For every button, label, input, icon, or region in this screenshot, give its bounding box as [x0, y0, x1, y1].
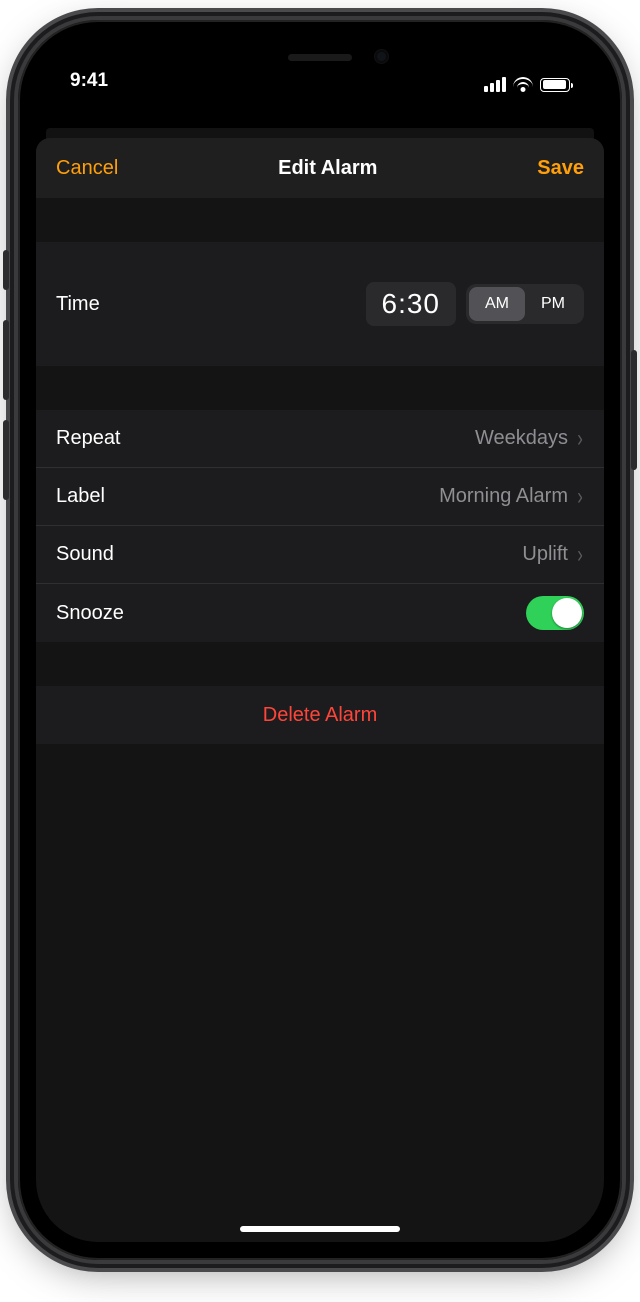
- am-option[interactable]: AM: [469, 287, 525, 321]
- status-time: 9:41: [70, 70, 108, 92]
- snooze-label: Snooze: [56, 602, 124, 625]
- chevron-right-icon: ›: [577, 485, 583, 509]
- notch: [196, 38, 444, 76]
- options-list: Repeat Weekdays › Label Morning Alarm ›: [36, 410, 604, 642]
- time-input[interactable]: 6:30: [366, 282, 457, 326]
- screen: 9:41 Cancel Edit Alarm Save Time 6:30: [36, 38, 604, 1242]
- cellular-signal-icon: [484, 77, 506, 92]
- label-label: Label: [56, 485, 105, 508]
- repeat-value: Weekdays: [475, 427, 568, 450]
- repeat-label: Repeat: [56, 427, 121, 450]
- chevron-right-icon: ›: [577, 427, 583, 451]
- volume-down-button: [3, 420, 9, 500]
- sound-row[interactable]: Sound Uplift ›: [36, 526, 604, 584]
- home-indicator[interactable]: [240, 1226, 400, 1232]
- cancel-button[interactable]: Cancel: [56, 157, 118, 180]
- battery-icon: [540, 78, 570, 92]
- sound-value: Uplift: [522, 543, 568, 566]
- ampm-segmented-control[interactable]: AM PM: [466, 284, 584, 324]
- delete-alarm-button[interactable]: Delete Alarm: [36, 686, 604, 744]
- switch-knob: [552, 598, 582, 628]
- side-button: [631, 350, 637, 470]
- speaker-grille: [288, 54, 352, 61]
- label-row[interactable]: Label Morning Alarm ›: [36, 468, 604, 526]
- front-camera: [375, 50, 388, 63]
- snooze-switch[interactable]: [526, 596, 584, 630]
- app-content: Cancel Edit Alarm Save Time 6:30 AM PM: [36, 98, 604, 1242]
- mute-switch: [3, 250, 9, 290]
- pm-option[interactable]: PM: [525, 287, 581, 321]
- save-button[interactable]: Save: [537, 157, 584, 180]
- repeat-row[interactable]: Repeat Weekdays ›: [36, 410, 604, 468]
- page-title: Edit Alarm: [278, 157, 377, 180]
- time-label: Time: [56, 293, 100, 316]
- edit-alarm-sheet: Cancel Edit Alarm Save Time 6:30 AM PM: [36, 138, 604, 1242]
- sound-label: Sound: [56, 543, 114, 566]
- time-row: Time 6:30 AM PM: [36, 242, 604, 366]
- wifi-icon: [513, 77, 533, 92]
- phone-frame: 9:41 Cancel Edit Alarm Save Time 6:30: [18, 20, 622, 1260]
- volume-up-button: [3, 320, 9, 400]
- label-value: Morning Alarm: [439, 485, 568, 508]
- snooze-row: Snooze: [36, 584, 604, 642]
- chevron-right-icon: ›: [577, 543, 583, 567]
- nav-bar: Cancel Edit Alarm Save: [36, 138, 604, 198]
